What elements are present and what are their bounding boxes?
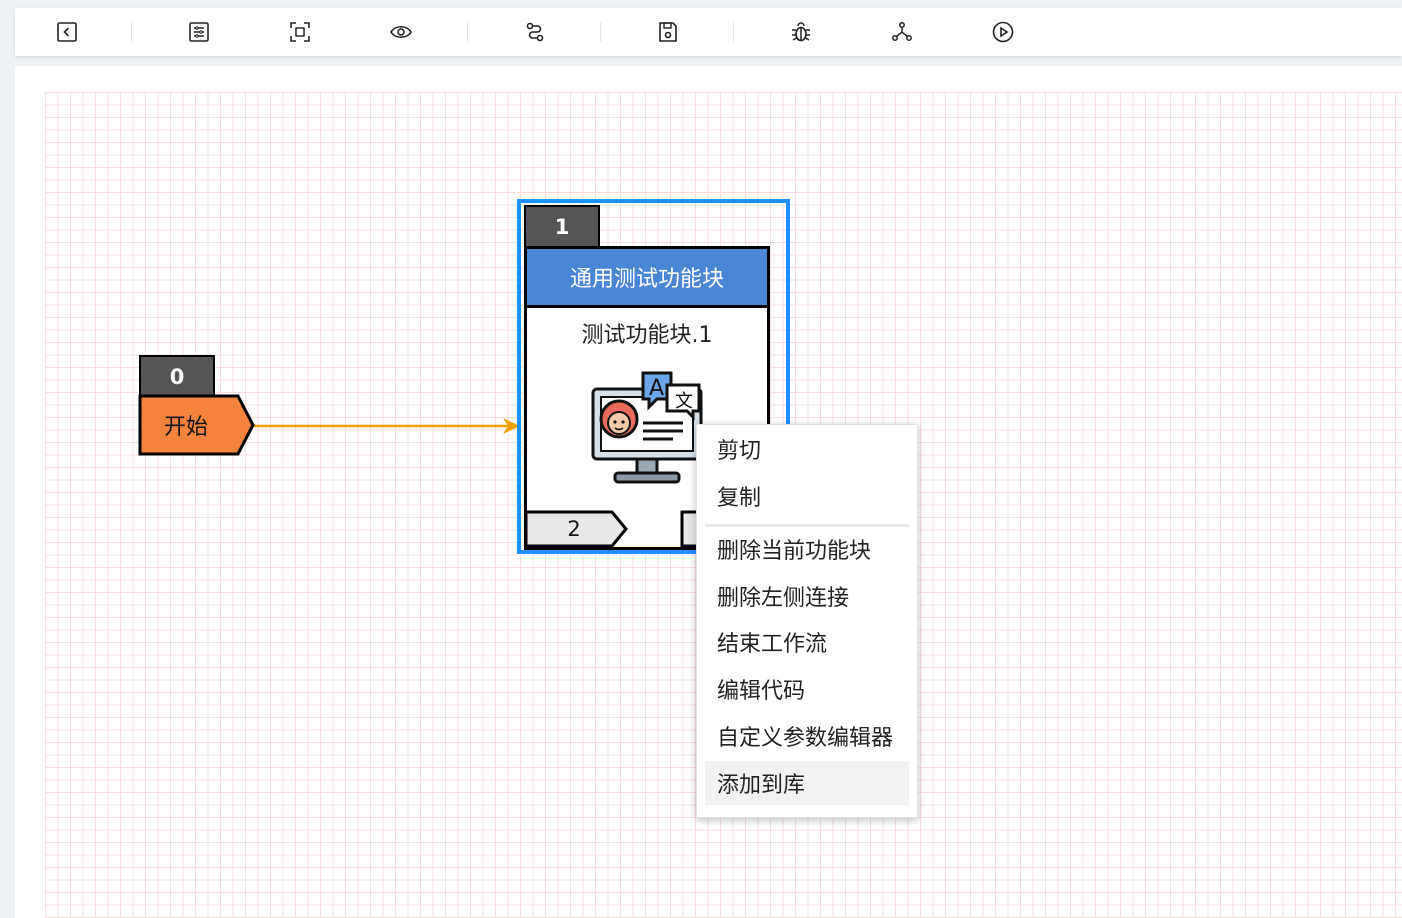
svg-text:A: A [649, 376, 664, 401]
menu-item-end-workflow[interactable]: 结束工作流 [705, 620, 909, 664]
block-node-index: 1 [524, 205, 600, 248]
start-node-index: 0 [139, 355, 215, 398]
menu-item-delete-block[interactable]: 删除当前功能块 [705, 527, 909, 571]
start-node-label: 开始 [163, 415, 208, 440]
menu-item-copy[interactable]: 复制 [705, 474, 909, 518]
svg-text:文: 文 [675, 391, 693, 412]
menu-item-custom-param-editor[interactable]: 自定义参数编辑器 [705, 714, 909, 758]
menu-item-edit-code[interactable]: 编辑代码 [705, 667, 909, 711]
translation-agent-icon: A 文 [591, 371, 703, 484]
context-menu: 剪切 复制 删除当前功能块 删除左侧连接 结束工作流 编辑代码 自定义参数编辑器… [696, 424, 918, 818]
block-node-name: 测试功能块.1 [581, 323, 713, 348]
menu-item-add-to-library[interactable]: 添加到库 [705, 761, 909, 805]
block-port-label: 2 [567, 517, 581, 541]
block-node-header: 通用测试功能块 [527, 249, 767, 308]
menu-item-delete-left-connection[interactable]: 删除左侧连接 [705, 574, 909, 618]
menu-item-cut[interactable]: 剪切 [705, 427, 909, 471]
